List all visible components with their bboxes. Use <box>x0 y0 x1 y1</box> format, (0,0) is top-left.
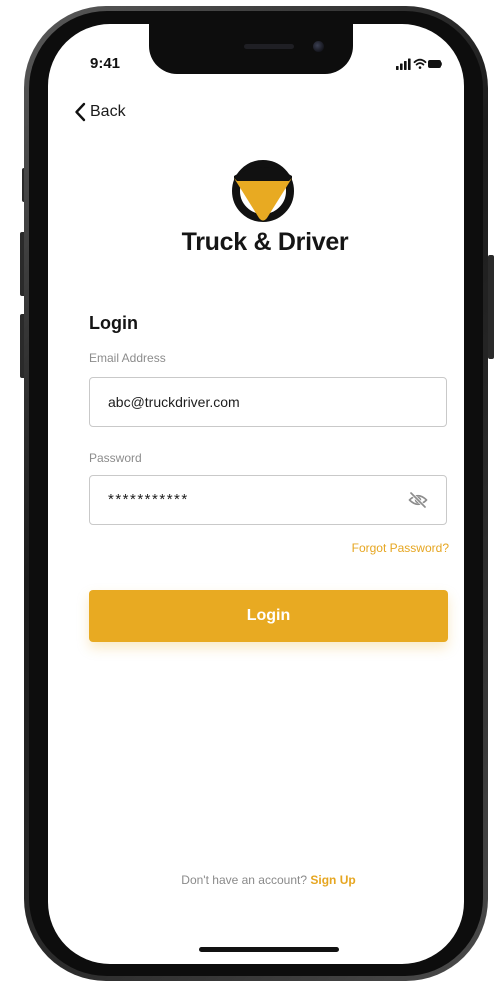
back-label: Back <box>90 103 126 120</box>
email-label: Email Address <box>89 351 166 365</box>
front-camera <box>313 41 324 52</box>
email-value: abc@truckdriver.com <box>108 394 240 410</box>
password-field[interactable]: *********** <box>89 475 447 525</box>
signal-icon <box>396 58 411 70</box>
home-indicator[interactable] <box>199 947 339 952</box>
login-button[interactable]: Login <box>89 590 448 642</box>
status-icons <box>396 58 442 70</box>
password-value: *********** <box>108 491 189 508</box>
speaker-grille <box>244 44 294 49</box>
signup-link[interactable]: Sign Up <box>310 873 355 887</box>
signup-prompt: Don't have an account? Sign Up <box>89 873 448 887</box>
back-button[interactable]: Back <box>74 100 126 124</box>
wifi-icon <box>413 58 427 69</box>
forgot-password-link[interactable]: Forgot Password? <box>352 541 449 555</box>
status-time: 9:41 <box>90 55 121 72</box>
brand-name: Truck & Driver <box>181 228 349 256</box>
email-field[interactable]: abc@truckdriver.com <box>89 377 447 427</box>
password-label: Password <box>89 451 142 465</box>
power-button <box>488 255 494 359</box>
battery-icon <box>428 60 442 68</box>
page-title: Login <box>89 313 138 333</box>
eye-slash-icon[interactable] <box>408 491 428 509</box>
chevron-left-icon <box>75 102 86 122</box>
phone-mockup: 9:41 Back Truck & Driver Login Email Add… <box>0 0 496 987</box>
signup-prompt-text: Don't have an account? <box>181 873 308 887</box>
truck-driver-logo <box>232 160 294 222</box>
